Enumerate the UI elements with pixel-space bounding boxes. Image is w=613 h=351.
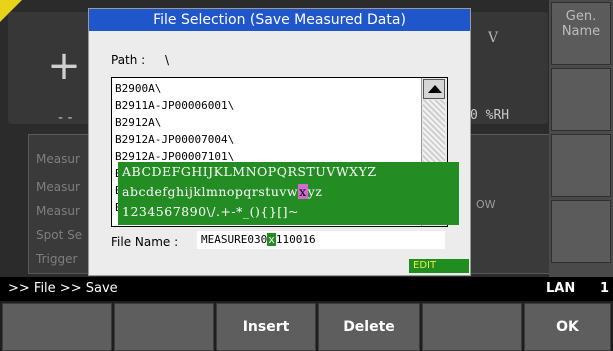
- menu-line: Spot Se: [36, 228, 83, 242]
- keyboard-row-uppercase[interactable]: ABCDEFGHIJKLMNOPQRSTUVWXYZ: [122, 164, 377, 179]
- keyboard-keys-y-z[interactable]: yz: [308, 184, 323, 199]
- menu-line: Measur: [36, 152, 80, 166]
- filename-field[interactable]: MEASURE030x110016: [197, 231, 445, 249]
- menu-line: Trigger: [36, 252, 78, 266]
- delete-button[interactable]: Delete: [318, 303, 420, 351]
- softkey-2[interactable]: [114, 303, 214, 351]
- path-label: Path :: [111, 53, 146, 67]
- scroll-up-button[interactable]: [423, 79, 445, 99]
- softkey-bar: Insert Delete OK: [0, 301, 613, 351]
- list-item[interactable]: B2912A-JP00007004\: [115, 133, 234, 146]
- filename-before: MEASURE030: [201, 233, 268, 246]
- menu-line: Measur: [36, 180, 80, 194]
- softkey-1[interactable]: [2, 303, 112, 351]
- path-value: \: [165, 53, 170, 67]
- character-keyboard[interactable]: ABCDEFGHIJKLMNOPQRSTUVWXYZ abcdefghijklm…: [118, 162, 459, 225]
- keyboard-row-symbols[interactable]: 1234567890\/.+-*_(){}[]~: [122, 204, 299, 219]
- unit-v-label: V: [488, 30, 499, 46]
- gen-name-button[interactable]: Gen. Name: [551, 2, 611, 65]
- lan-number: 1: [600, 281, 610, 296]
- right-softkey-2[interactable]: [551, 68, 611, 131]
- breadcrumb: >> File >> Save: [8, 281, 118, 296]
- status-bar: >> File >> Save LAN 1: [0, 277, 613, 301]
- unit-rh-label: 0 %RH: [470, 108, 510, 123]
- list-item[interactable]: B2912A\: [115, 116, 161, 129]
- keyboard-key-selected[interactable]: x: [298, 184, 308, 199]
- edit-mode-indicator: EDIT: [409, 259, 469, 273]
- list-item[interactable]: B2900A\: [115, 82, 161, 95]
- keyboard-keys-a-w[interactable]: abcdefghijklmnopqrstuvw: [122, 184, 298, 199]
- file-selection-dialog: File Selection (Save Measured Data) Path…: [88, 8, 471, 276]
- lan-indicator: LAN: [546, 281, 576, 296]
- keyboard-row-lowercase[interactable]: abcdefghijklmnopqrstuvwxyz: [122, 184, 322, 199]
- filename-after: 110016: [275, 233, 316, 246]
- right-softkey-4[interactable]: [551, 200, 611, 263]
- ok-button[interactable]: OK: [524, 303, 611, 351]
- softkey-5[interactable]: [422, 303, 522, 351]
- menu-line: Measur: [36, 204, 80, 218]
- filename-value: MEASURE030x110016: [201, 233, 316, 246]
- right-softkey-column: Gen. Name: [549, 0, 613, 277]
- ow-label: OW: [476, 198, 496, 211]
- plus-icon: +: [47, 43, 81, 89]
- insert-button[interactable]: Insert: [216, 303, 316, 351]
- filename-cursor: x: [267, 233, 276, 246]
- readout-dashes: - -: [58, 110, 73, 126]
- filename-label: File Name :: [111, 235, 179, 249]
- dialog-title: File Selection (Save Measured Data): [89, 9, 470, 31]
- right-softkey-3[interactable]: [551, 134, 611, 197]
- list-item[interactable]: B2911A-JP00006001\: [115, 99, 234, 112]
- arrow-up-icon: [428, 85, 442, 93]
